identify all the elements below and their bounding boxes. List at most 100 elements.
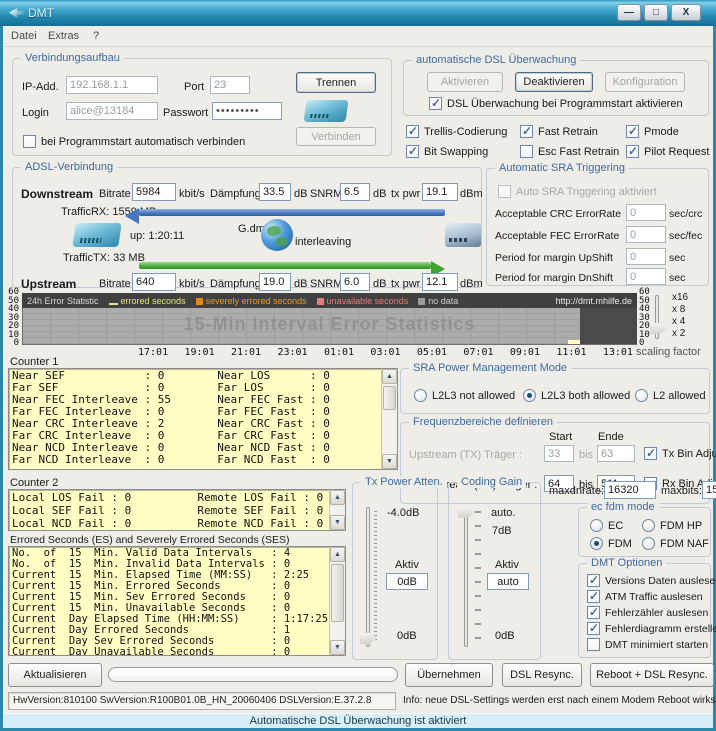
fec-rate-field[interactable] <box>626 226 666 243</box>
startup-monitor-checkbox[interactable]: DSL Überwachung bei Programmstart aktivi… <box>429 97 683 110</box>
bit-swapping-checkbox[interactable]: Bit Swapping <box>406 145 488 158</box>
reboot-resync-button[interactable]: Reboot + DSL Resync. <box>590 663 714 687</box>
dbm-unit: dBm <box>460 278 483 290</box>
atm-traffic-checkbox[interactable]: ATM Traffic auslesen <box>587 590 703 603</box>
ip-field[interactable] <box>66 76 158 94</box>
menu-help[interactable]: ? <box>93 30 99 42</box>
up-start-field[interactable] <box>544 445 574 462</box>
radio-l2l3-not-allowed[interactable]: L2L3 not allowed <box>414 389 515 402</box>
passwort-field[interactable] <box>212 102 282 120</box>
checkbox-icon <box>429 97 442 110</box>
scaling-slider-thumb[interactable] <box>650 323 667 334</box>
db-unit: dB <box>373 278 386 290</box>
txpwr-label: tx pwr <box>391 278 420 290</box>
uebernehmen-button[interactable]: Übernehmen <box>405 663 493 687</box>
port-field[interactable] <box>210 76 250 94</box>
konfiguration-button[interactable]: Konfiguration <box>605 72 685 92</box>
aktivieren-button[interactable]: Aktivieren <box>427 72 503 92</box>
reboot-hint: Info: neue DSL-Settings werden erst nach… <box>403 695 716 706</box>
group-title: Tx Power Atten. <box>361 476 447 488</box>
scaling-tick-x8: x 8 <box>672 304 685 315</box>
group-adsl-verbindung: ADSL-Verbindung Downstream Bitrate kbit/… <box>12 167 482 288</box>
db-unit: dB <box>294 278 307 290</box>
es-label: Errored Seconds (ES) and Severely Errore… <box>10 534 290 546</box>
autostart-label: bei Programmstart automatisch verbinden <box>41 136 245 148</box>
daempfung-label: Dämpfung <box>210 278 261 290</box>
legend-severe: severely errored seconds <box>196 296 307 306</box>
dsl-resync-button[interactable]: DSL Resync. <box>502 663 582 687</box>
up-end-field[interactable] <box>597 445 635 462</box>
pilot-request-checkbox[interactable]: Pilot Request <box>626 145 709 158</box>
radio-fdm[interactable]: FDM <box>590 537 632 550</box>
radio-l2l3-both-allowed[interactable]: L2L3 both allowed <box>523 389 630 402</box>
esc-fast-retrain-checkbox[interactable]: Esc Fast Retrain <box>520 145 619 158</box>
menu-extras[interactable]: Extras <box>48 30 79 42</box>
es-scrollbar[interactable]: ▲▼ <box>329 547 345 655</box>
dnshift-field[interactable] <box>626 268 666 285</box>
counter1-scrollbar[interactable]: ▲▼ <box>381 369 397 469</box>
verbinden-button[interactable]: Verbinden <box>296 127 376 146</box>
up-snrm-field[interactable] <box>340 273 370 291</box>
es-row: Current Day Unavailable Seconds : 0 <box>9 647 345 656</box>
checkbox-icon <box>644 447 657 460</box>
down-bitrate-field[interactable] <box>132 183 176 201</box>
coding-gain-aktiv-field[interactable] <box>487 573 529 590</box>
fehlerdiagramm-checkbox[interactable]: Fehlerdiagramm erstellen <box>587 622 716 635</box>
coding-gain-slider-thumb[interactable] <box>458 507 475 518</box>
group-title: automatische DSL Überwachung <box>412 54 580 66</box>
fehlerzaehler-checkbox[interactable]: Fehlerzähler auslesen <box>587 606 708 619</box>
auto-sra-checkbox[interactable]: Auto SRA Triggering aktiviert <box>498 185 657 198</box>
radio-fdm-naf[interactable]: FDM NAF <box>642 537 709 550</box>
scrollbar-thumb[interactable] <box>331 564 344 622</box>
coding-gain-slider-track[interactable] <box>464 507 468 647</box>
downstream-label: Downstream <box>21 187 93 201</box>
app-window: DMT — □ X Datei Extras ? Verbindungsaufb… <box>0 0 716 731</box>
checkbox-icon <box>587 574 600 587</box>
up-daempfung-field[interactable] <box>259 273 291 291</box>
login-field[interactable] <box>66 102 158 120</box>
scrollbar-thumb[interactable] <box>383 386 396 410</box>
maxbits-field[interactable] <box>702 481 716 499</box>
down-snrm-field[interactable] <box>340 183 370 201</box>
menu-datei[interactable]: Datei <box>11 30 37 42</box>
tx-power-bottom-label: 0dB <box>397 630 417 642</box>
down-daempfung-field[interactable] <box>259 183 291 201</box>
versions-checkbox[interactable]: Versions Daten auslesen <box>587 574 716 587</box>
tx-bin-adjust-checkbox[interactable]: Tx Bin Adjust <box>644 447 716 460</box>
chart-title: 24h Error Statistic <box>27 296 99 306</box>
autostart-checkbox[interactable]: bei Programmstart automatisch verbinden <box>23 135 245 148</box>
checkbox-icon <box>587 606 600 619</box>
radio-icon <box>642 537 655 550</box>
trellis-label: Trellis-Codierung <box>424 126 507 138</box>
group-coding-gain: Coding Gain auto. 7dB Aktiv 0dB <box>448 482 541 660</box>
y-tick: 0 <box>4 338 19 348</box>
deaktivieren-button[interactable]: Deaktivieren <box>515 72 593 92</box>
chart-x-axis: 17:01 19:01 21:01 23:01 01:01 03:01 05:0… <box>138 347 633 358</box>
pmode-checkbox[interactable]: Pmode <box>626 125 679 138</box>
up-bitrate-field[interactable] <box>132 273 176 291</box>
square-marker-icon <box>196 298 203 305</box>
upshift-field[interactable] <box>626 248 666 265</box>
minimize-button[interactable]: — <box>617 4 641 21</box>
tx-power-aktiv-field[interactable] <box>386 573 428 590</box>
trellis-checkbox[interactable]: Trellis-Codierung <box>406 125 507 138</box>
radio-ec[interactable]: EC <box>590 519 623 532</box>
crc-rate-field[interactable] <box>626 204 666 221</box>
maximize-button[interactable]: □ <box>644 4 668 21</box>
radio-l2-allowed[interactable]: L2 allowed <box>635 389 706 402</box>
maxdnrate-field[interactable] <box>604 481 656 499</box>
chart-watermark: 15-Min Interval Error Statistics <box>23 314 636 335</box>
radio-fdm-hp[interactable]: FDM HP <box>642 519 702 532</box>
group-dsl-ueberwachung: automatische DSL Überwachung Aktivieren … <box>403 60 709 116</box>
down-txpwr-field[interactable] <box>422 183 458 201</box>
close-button[interactable]: X <box>671 4 701 21</box>
minimiert-checkbox[interactable]: DMT minimiert starten <box>587 638 708 651</box>
fast-retrain-checkbox[interactable]: Fast Retrain <box>520 125 598 138</box>
trennen-button[interactable]: Trennen <box>296 72 376 93</box>
tx-power-slider-track[interactable] <box>366 507 370 647</box>
pilot-request-label: Pilot Request <box>644 146 709 158</box>
counter2-scrollbar[interactable]: ▲▼ <box>329 490 345 530</box>
aktualisieren-button[interactable]: Aktualisieren <box>8 663 102 687</box>
bitrate-unit: kbit/s <box>179 278 205 290</box>
up-txpwr-field[interactable] <box>422 273 458 291</box>
